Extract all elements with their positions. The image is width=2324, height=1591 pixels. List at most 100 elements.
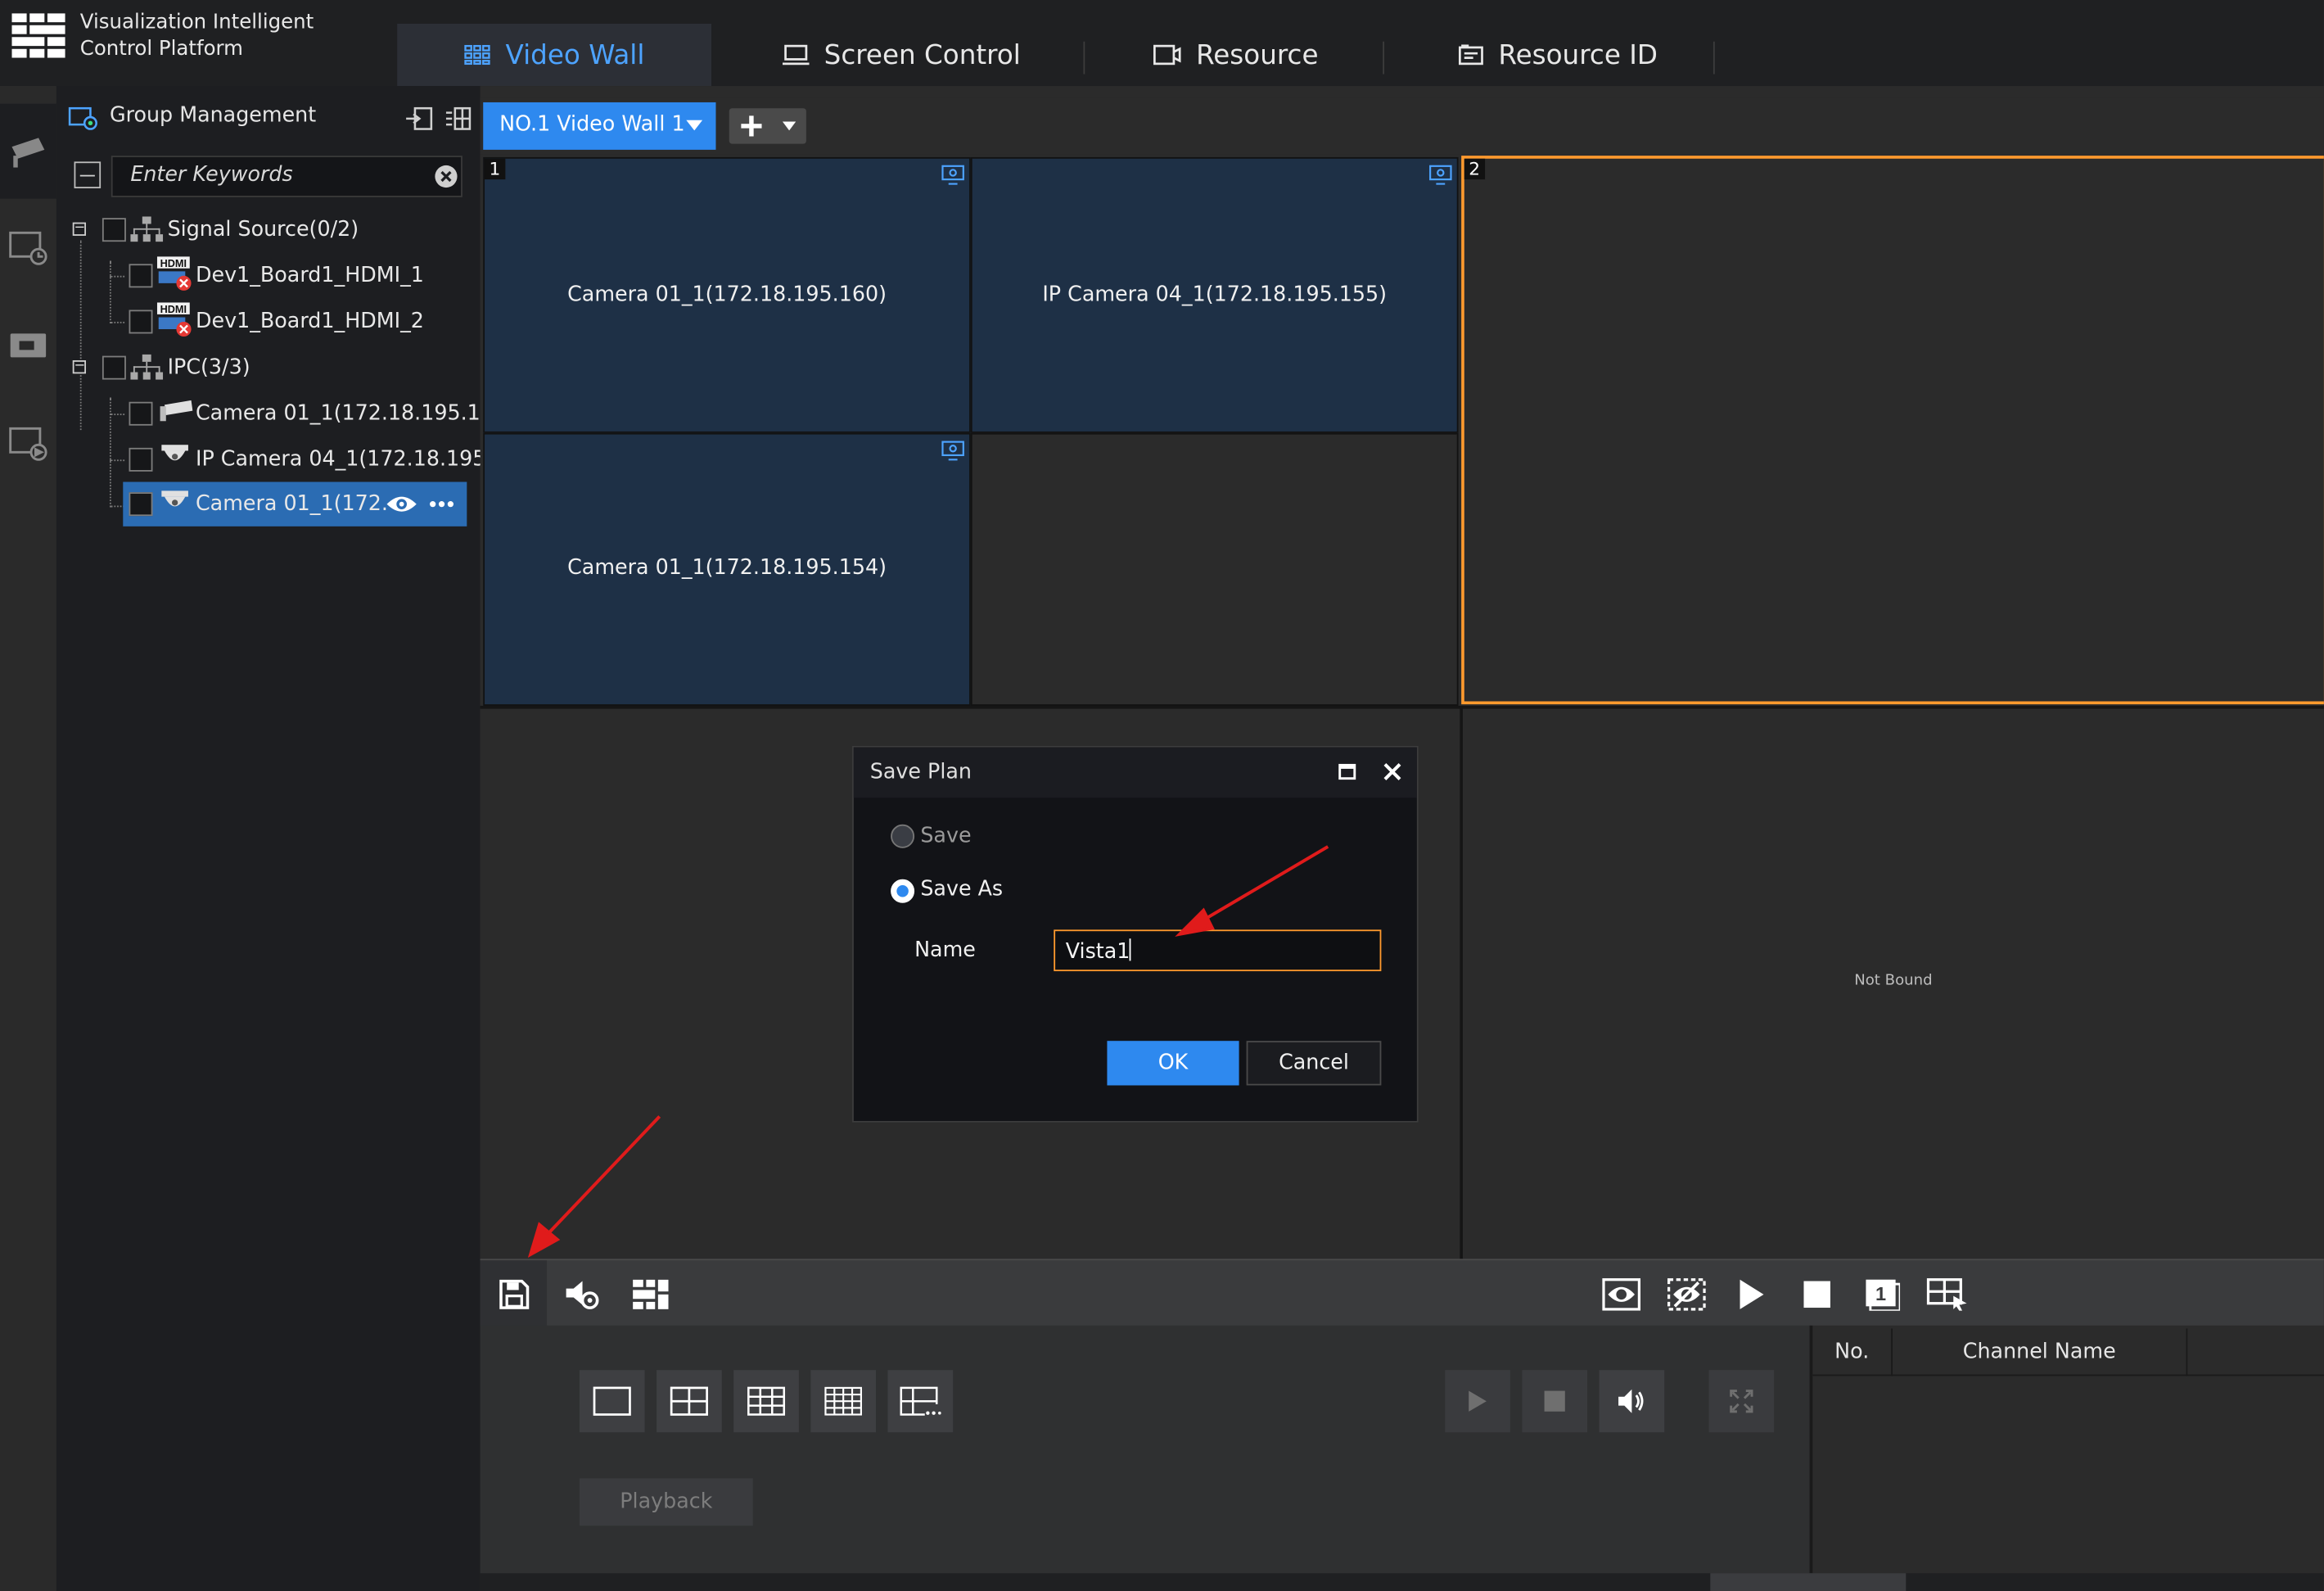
window-layout-button[interactable] xyxy=(616,1260,683,1327)
collapse-toggle-icon[interactable]: − xyxy=(72,359,87,374)
monitor-status-icon xyxy=(1428,165,1452,185)
preview-fullscreen-button[interactable] xyxy=(1708,1370,1775,1433)
rail-camera-button[interactable] xyxy=(0,103,56,199)
plus-icon xyxy=(741,115,762,137)
search-input[interactable]: Enter Keywords xyxy=(111,156,463,197)
tab-screen-control[interactable]: Screen Control xyxy=(782,24,1021,86)
playback-button[interactable]: Playback xyxy=(579,1478,753,1526)
hdmi-source-offline-icon: HDMI xyxy=(156,256,192,292)
resource-icon xyxy=(1153,44,1181,66)
save-plan-dialog: Save Plan Save Save As Name Vista1 OK Ca… xyxy=(852,745,1419,1123)
close-icon[interactable] xyxy=(1383,762,1402,782)
bullet-camera-icon xyxy=(160,400,193,424)
tree-item-label: IP Camera 04_1(172.18.195.⋯ xyxy=(195,447,513,472)
tab-screen-control-label: Screen Control xyxy=(824,38,1021,71)
audio-settings-button[interactable] xyxy=(548,1260,615,1327)
wall-cell-2[interactable]: IP Camera 04_1(172.18.195.155) xyxy=(970,156,1459,433)
rail-playback-button[interactable] xyxy=(0,205,56,291)
maximize-icon[interactable] xyxy=(1338,763,1356,780)
dome-camera-icon xyxy=(160,490,190,517)
tree-checkbox[interactable] xyxy=(129,401,153,426)
svg-text:HDMI: HDMI xyxy=(160,304,187,315)
column-header-no[interactable]: No. xyxy=(1812,1328,1893,1376)
more-options-icon[interactable] xyxy=(428,499,455,508)
ok-button[interactable]: OK xyxy=(1107,1041,1239,1086)
video-wall-tab-label: NO.1 Video Wall 1 xyxy=(499,112,685,137)
svg-text:HDMI: HDMI xyxy=(160,258,187,269)
layout-9-button[interactable] xyxy=(733,1370,799,1433)
layout-16-icon xyxy=(824,1386,863,1416)
tab-resource-label: Resource xyxy=(1196,38,1319,71)
tab-resource-id-label: Resource ID xyxy=(1498,38,1658,71)
tab-resource[interactable]: Resource xyxy=(1153,24,1319,86)
tree-item-camera-selected[interactable]: Camera 01_1(172.⋯ xyxy=(123,481,467,527)
tree-checkbox[interactable] xyxy=(129,447,153,472)
tree-checkbox[interactable] xyxy=(129,310,153,334)
wall-cell-channel-label: Camera 01_1(172.18.195.160) xyxy=(567,282,887,307)
hdmi-source-offline-icon: HDMI xyxy=(156,302,192,337)
group-management-icon xyxy=(68,104,97,131)
tab-resource-id[interactable]: Resource ID xyxy=(1458,24,1658,86)
plan-name-input[interactable]: Vista1 xyxy=(1054,929,1382,972)
grid-layout-icon xyxy=(632,1278,668,1309)
tree-checkbox[interactable] xyxy=(102,218,126,242)
dropdown-arrow-icon[interactable] xyxy=(686,120,703,131)
group-management-title: Group Management xyxy=(109,103,317,128)
cancel-button[interactable]: Cancel xyxy=(1246,1041,1382,1086)
rail-video-button[interactable] xyxy=(0,302,56,388)
collapse-all-button[interactable] xyxy=(74,161,102,188)
collapse-panel-icon[interactable] xyxy=(406,106,433,130)
save-as-radio-label: Save As xyxy=(920,877,1004,902)
video-wall-icon xyxy=(464,44,491,66)
monitor-status-icon xyxy=(941,165,965,185)
window-tab-stub[interactable] xyxy=(1710,1573,1907,1591)
layout-9-icon xyxy=(747,1386,786,1416)
window-arrange-button[interactable] xyxy=(1913,1260,1979,1327)
preview-stop-button[interactable] xyxy=(1522,1370,1588,1433)
play-all-button[interactable] xyxy=(1717,1260,1784,1327)
save-plan-button[interactable] xyxy=(480,1260,548,1327)
video-wall-tab-bar: NO.1 Video Wall 1 xyxy=(480,97,2324,155)
video-camera-icon xyxy=(9,331,47,360)
rail-schedule-button[interactable] xyxy=(0,400,56,486)
preview-play-button[interactable] xyxy=(1445,1370,1510,1433)
clear-search-icon[interactable] xyxy=(434,165,458,188)
collapse-toggle-icon[interactable]: − xyxy=(72,222,87,236)
show-preview-button[interactable] xyxy=(1587,1260,1654,1327)
save-as-radio[interactable] xyxy=(891,879,915,903)
save-radio[interactable] xyxy=(891,824,915,848)
monitor-status-icon xyxy=(941,441,965,461)
stop-all-button[interactable] xyxy=(1783,1260,1849,1327)
tree-layout-icon[interactable] xyxy=(444,106,472,130)
tree-checkbox[interactable] xyxy=(129,264,153,288)
hide-preview-button[interactable] xyxy=(1653,1260,1719,1327)
column-header-channel-name[interactable]: Channel Name xyxy=(1893,1328,2188,1376)
wall-cell-3[interactable]: Camera 01_1(172.18.195.154) xyxy=(483,432,971,706)
wall-cell-1[interactable]: 1 Camera 01_1(172.18.195.160) xyxy=(483,156,971,433)
preview-eye-icon[interactable] xyxy=(386,494,418,514)
tab-video-wall[interactable]: Video Wall xyxy=(397,23,712,87)
tree-item-label: Camera 01_1(172.18.195.160) xyxy=(195,401,515,426)
dome-camera-icon xyxy=(160,443,190,470)
screen-number-button[interactable]: 1 xyxy=(1848,1260,1915,1327)
device-group-icon xyxy=(130,354,164,382)
layout-more-button[interactable] xyxy=(887,1370,954,1433)
layout-16-button[interactable] xyxy=(810,1370,877,1433)
wall-screen-2-selected[interactable]: 2 xyxy=(1461,156,2324,705)
tree-checkbox[interactable] xyxy=(129,492,153,517)
wall-cell-4-empty[interactable] xyxy=(970,432,1459,706)
dropdown-arrow-icon[interactable] xyxy=(782,121,796,131)
layout-4-button[interactable] xyxy=(657,1370,722,1433)
add-wall-button[interactable] xyxy=(729,108,806,144)
preview-audio-button[interactable] xyxy=(1599,1370,1665,1433)
wall-screen-4[interactable]: Not Bound xyxy=(1463,709,2324,1259)
tree-checkbox[interactable] xyxy=(102,355,126,380)
tree-guide-line xyxy=(109,321,125,323)
play-icon xyxy=(1738,1277,1765,1310)
tree-guide-line xyxy=(109,459,125,462)
tree-group-label: Signal Source(0/2) xyxy=(167,218,359,242)
layout-1-button[interactable] xyxy=(579,1370,645,1433)
video-wall-tab[interactable]: NO.1 Video Wall 1 xyxy=(483,102,716,150)
svg-text:1: 1 xyxy=(1875,1282,1885,1304)
play-icon xyxy=(1467,1390,1487,1413)
